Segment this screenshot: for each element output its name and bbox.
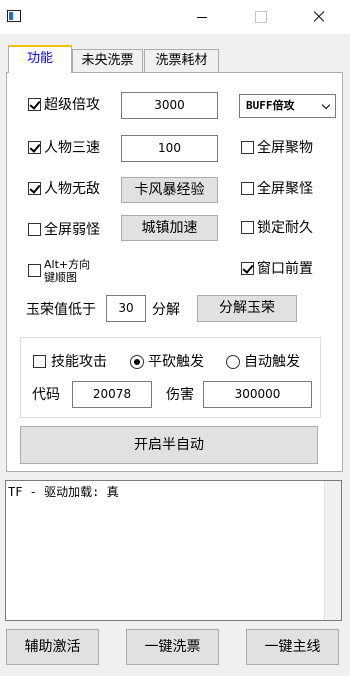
jade-threshold-input[interactable]: 30 [106, 295, 146, 322]
window-topmost-checkbox[interactable] [241, 262, 254, 275]
skill-attack-label: 技能攻击 [51, 354, 107, 370]
character-invincible-checkbox[interactable] [28, 182, 41, 195]
character-speed-input[interactable]: 100 [121, 135, 218, 162]
damage-input[interactable]: 300000 [203, 381, 312, 408]
one-click-mainline-button[interactable]: 一键主线 [246, 629, 339, 665]
alt-direction-checkbox[interactable] [28, 264, 41, 277]
wind-storm-exp-button[interactable]: 卡风暴经验 [121, 177, 218, 203]
jade-threshold-unit: 分解 [152, 302, 180, 318]
fullscreen-gather-checkbox[interactable] [241, 141, 254, 154]
auto-trigger-radio[interactable] [226, 355, 240, 369]
start-semi-auto-button[interactable]: 开启半自动 [20, 426, 318, 464]
jade-threshold-label: 玉荣值低于 [26, 302, 96, 318]
super-multiplier-input[interactable]: 3000 [121, 92, 218, 119]
code-label: 代码 [32, 387, 60, 403]
fullscreen-gather-monster-label: 全屏聚怪 [257, 181, 313, 197]
code-input[interactable]: 20078 [72, 381, 152, 408]
chevron-down-icon [321, 100, 331, 110]
character-invincible-label: 人物无敌 [44, 181, 100, 197]
super-multiplier-label: 超级倍攻 [44, 97, 100, 113]
close-icon[interactable] [296, 0, 342, 34]
town-speed-button[interactable]: 城镇加速 [121, 215, 218, 241]
normal-trigger-radio[interactable] [130, 355, 144, 369]
maximize-icon[interactable] [237, 0, 283, 34]
log-text: TF - 驱动加载: 真 [8, 485, 119, 499]
tab-weiyang-wash[interactable]: 未央洗票 [72, 49, 143, 73]
buff-select[interactable]: BUFF倍攻 [239, 94, 336, 118]
buff-select-value: BUFF倍攻 [246, 99, 295, 112]
tab-functions[interactable]: 功能 [8, 45, 72, 73]
fullscreen-gather-label: 全屏聚物 [257, 140, 313, 156]
assist-activate-button[interactable]: 辅助激活 [6, 629, 99, 665]
fullscreen-weak-label: 全屏弱怪 [44, 222, 100, 238]
character-speed-label: 人物三速 [44, 140, 100, 156]
damage-label: 伤害 [166, 387, 194, 403]
fullscreen-gather-monster-checkbox[interactable] [241, 182, 254, 195]
one-click-wash-button[interactable]: 一键洗票 [126, 629, 219, 665]
log-textarea[interactable]: TF - 驱动加载: 真 [5, 480, 342, 621]
normal-trigger-label: 平砍触发 [148, 354, 204, 370]
alt-direction-label-line1: Alt+方向 [44, 258, 91, 271]
minimize-icon[interactable] [179, 0, 225, 34]
log-scrollbar[interactable] [324, 481, 341, 620]
fullscreen-weak-checkbox[interactable] [28, 223, 41, 236]
decompose-jade-button[interactable]: 分解玉荣 [197, 295, 297, 322]
title-bar [0, 0, 350, 34]
character-speed-checkbox[interactable] [28, 141, 41, 154]
super-multiplier-checkbox[interactable] [28, 98, 41, 111]
app-icon [7, 10, 21, 22]
tab-wash-materials[interactable]: 洗票耗材 [144, 49, 219, 73]
alt-direction-label-line2: 键顺图 [44, 271, 77, 284]
auto-trigger-label: 自动触发 [244, 354, 300, 370]
lock-durability-checkbox[interactable] [241, 221, 254, 234]
lock-durability-label: 锁定耐久 [257, 220, 313, 236]
skill-attack-checkbox[interactable] [33, 355, 46, 368]
window-topmost-label: 窗口前置 [257, 261, 313, 277]
